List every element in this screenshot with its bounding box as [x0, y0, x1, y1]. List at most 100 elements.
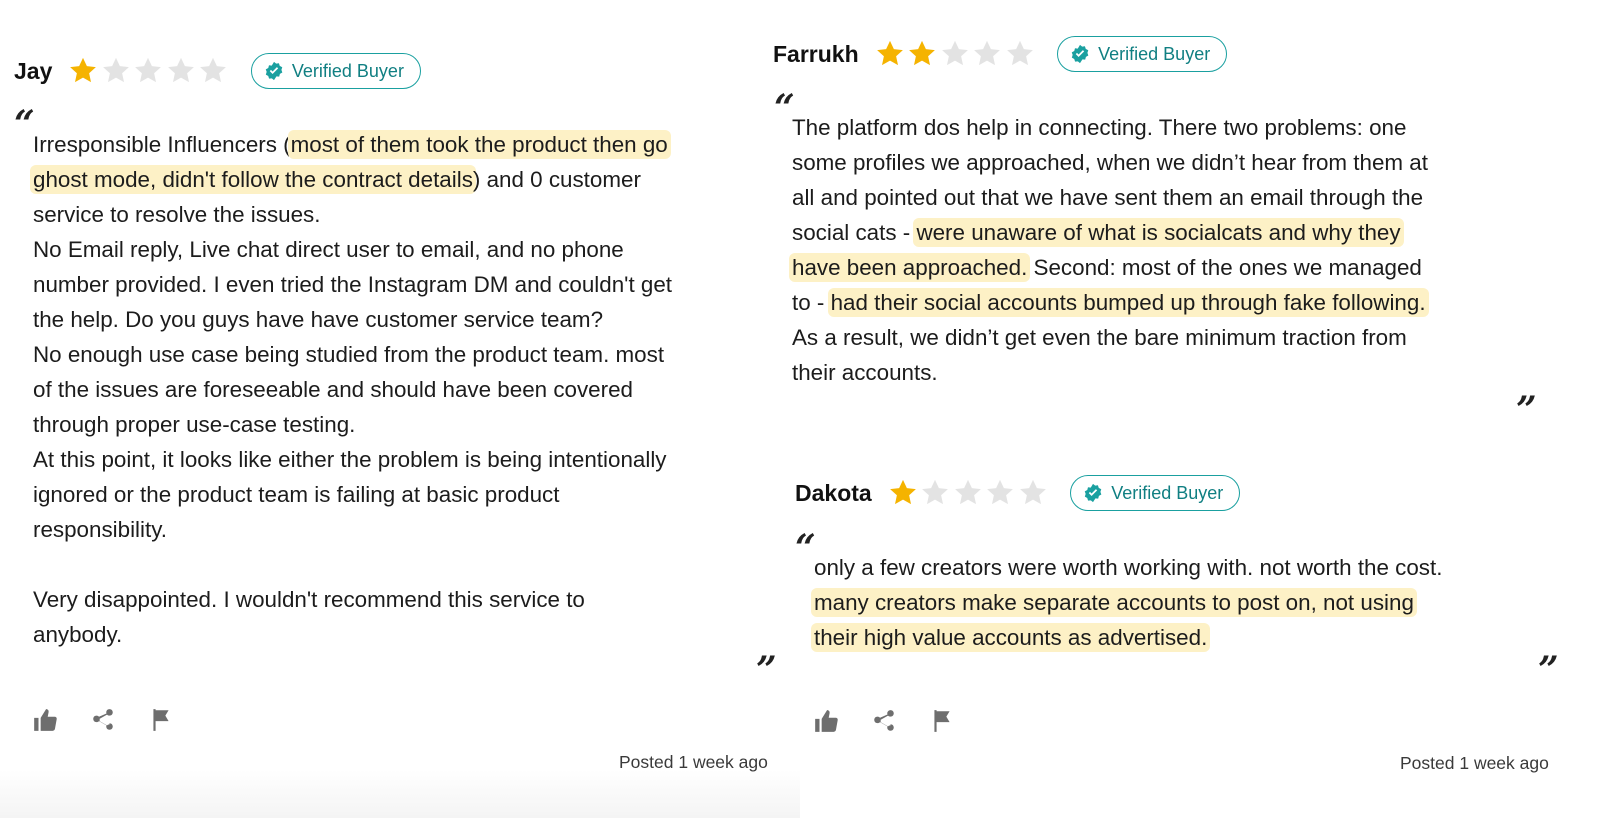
review-text-line: [33, 547, 672, 582]
text-segment: only a few creators were worth working w…: [814, 555, 1443, 580]
review-text-line: through proper use-case testing.: [33, 407, 672, 442]
text-segment: The platform dos help in connecting. The…: [792, 115, 1407, 140]
text-segment: to -: [792, 290, 831, 315]
text-segment: number provided. I even tried the Instag…: [33, 272, 673, 297]
verified-buyer-badge: Verified Buyer: [1057, 36, 1228, 72]
highlighted-text: most of them took the product then go: [287, 130, 671, 159]
review-header: Dakota Verified Buyer: [795, 475, 1241, 511]
open-quote-mark: “: [14, 103, 35, 145]
text-segment: the help. Do you guys have have customer…: [33, 307, 604, 332]
review-text-line: to - had their social accounts bumped up…: [792, 285, 1429, 320]
star-empty-icon: [987, 479, 1014, 505]
review-text-line: responsibility.: [33, 512, 672, 547]
posted-date: Posted 1 week ago: [619, 752, 768, 772]
star-rating: [888, 478, 1051, 508]
star-empty-icon: [1006, 40, 1033, 66]
flag-icon[interactable]: [929, 708, 955, 734]
text-segment: At this point, it looks like either the …: [33, 447, 667, 472]
badge-label: Verified Buyer: [1111, 482, 1224, 503]
star-filled-icon: [909, 40, 936, 66]
badge-label: Verified Buyer: [291, 60, 404, 81]
review-header: Jay Verified Buyer: [14, 53, 421, 89]
review-text-line: ignored or the product team is failing a…: [33, 477, 672, 512]
reviewer-name: Dakota: [795, 479, 872, 506]
star-empty-icon: [941, 40, 968, 66]
text-segment: all and pointed out that we have sent th…: [792, 185, 1424, 210]
verified-check-icon: [265, 61, 283, 81]
reviewer-name: Farrukh: [773, 40, 859, 67]
text-segment: their accounts.: [792, 360, 938, 385]
flag-icon[interactable]: [148, 707, 174, 733]
review-text-line: many creators make separate accounts to …: [811, 585, 1442, 620]
review-card: Dakota Verified Buyer “ only a few creat…: [790, 440, 1600, 818]
star-empty-icon: [200, 57, 227, 83]
review-text: The platform dos help in connecting. The…: [789, 110, 1429, 390]
review-text-line: some profiles we approached, when we did…: [792, 145, 1428, 180]
text-segment: ) and 0 customer: [472, 167, 641, 192]
star-empty-icon: [922, 479, 949, 505]
review-text-line: At this point, it looks like either the …: [33, 442, 672, 477]
highlighted-text: their high value accounts as advertised.: [811, 623, 1211, 652]
posted-date: Posted 1 week ago: [1400, 753, 1549, 773]
review-text-line: Very disappointed. I wouldn't recommend …: [33, 582, 672, 617]
highlighted-text: had their social accounts bumped up thro…: [827, 288, 1429, 317]
review-text-line: their accounts.: [792, 355, 1428, 390]
open-quote-mark: “: [795, 527, 816, 569]
review-text-line: anybody.: [33, 617, 672, 652]
share-icon[interactable]: [90, 707, 116, 733]
text-segment: service to resolve the issues.: [33, 202, 321, 227]
share-icon[interactable]: [871, 708, 897, 734]
review-text-line: only a few creators were worth working w…: [814, 550, 1442, 585]
text-segment: As a result, we didn’t get even the bare…: [792, 325, 1407, 350]
review-text-line: social cats - were unaware of what is so…: [792, 215, 1428, 250]
reviewer-name: Jay: [14, 57, 53, 84]
text-segment: Very disappointed. I wouldn't recommend …: [33, 587, 585, 612]
review-text-line: of the issues are foreseeable and should…: [33, 372, 672, 407]
review-actions: [32, 707, 206, 733]
text-segment: Irresponsible Influencers (: [33, 132, 291, 157]
review-text-line: No enough use case being studied from th…: [33, 337, 672, 372]
star-empty-icon: [954, 479, 981, 505]
star-empty-icon: [135, 57, 162, 83]
thumbs-up-icon[interactable]: [813, 708, 839, 734]
text-segment: No enough use case being studied from th…: [33, 342, 665, 367]
star-filled-icon: [70, 57, 97, 83]
star-rating: [68, 56, 231, 86]
review-header: Farrukh Verified Buyer: [773, 36, 1228, 72]
thumbs-up-icon[interactable]: [32, 707, 58, 733]
text-segment: social cats -: [792, 220, 917, 245]
star-empty-icon: [1019, 479, 1046, 505]
review-text-line: As a result, we didn’t get even the bare…: [792, 320, 1428, 355]
review-text: only a few creators were worth working w…: [811, 550, 1442, 655]
review-text-line: have been approached. Second: most of th…: [789, 250, 1428, 285]
review-card: Farrukh Verified Buyer “ The platform do…: [773, 0, 1600, 440]
review-text-line: ghost mode, didn't follow the contract d…: [30, 162, 672, 197]
close-quote-mark: ”: [1538, 649, 1559, 691]
verified-buyer-badge: Verified Buyer: [1070, 475, 1241, 511]
review-text: Irresponsible Influencers (most of them …: [30, 127, 673, 652]
text-segment: of the issues are foreseeable and should…: [33, 377, 633, 402]
star-filled-icon: [889, 479, 916, 505]
star-empty-icon: [168, 57, 194, 83]
highlighted-text: many creators make separate accounts to …: [811, 588, 1417, 617]
review-text-line: The platform dos help in connecting. The…: [792, 110, 1428, 145]
review-actions: [813, 708, 987, 734]
review-text-line: their high value accounts as advertised.: [811, 620, 1442, 655]
review-text-line: the help. Do you guys have have customer…: [33, 302, 672, 337]
star-empty-icon: [103, 57, 129, 83]
text-segment: ignored or the product team is failing a…: [33, 482, 560, 507]
star-empty-icon: [974, 40, 1001, 66]
star-rating: [875, 39, 1038, 69]
close-quote-mark: ”: [1516, 389, 1537, 431]
verified-check-icon: [1084, 483, 1102, 503]
close-quote-mark: ”: [756, 649, 777, 691]
review-text-line: No Email reply, Live chat direct user to…: [33, 232, 672, 267]
text-segment: Second: most of the ones we managed: [1027, 255, 1422, 280]
star-filled-icon: [876, 40, 903, 66]
review-text-line: service to resolve the issues.: [33, 197, 672, 232]
highlighted-text: ghost mode, didn't follow the contract d…: [30, 165, 476, 194]
review-card: Jay Verified Buyer “ Irresponsible Influ…: [0, 0, 800, 818]
text-segment: some profiles we approached, when we did…: [792, 150, 1428, 175]
badge-label: Verified Buyer: [1098, 43, 1211, 64]
review-text-line: all and pointed out that we have sent th…: [792, 180, 1428, 215]
